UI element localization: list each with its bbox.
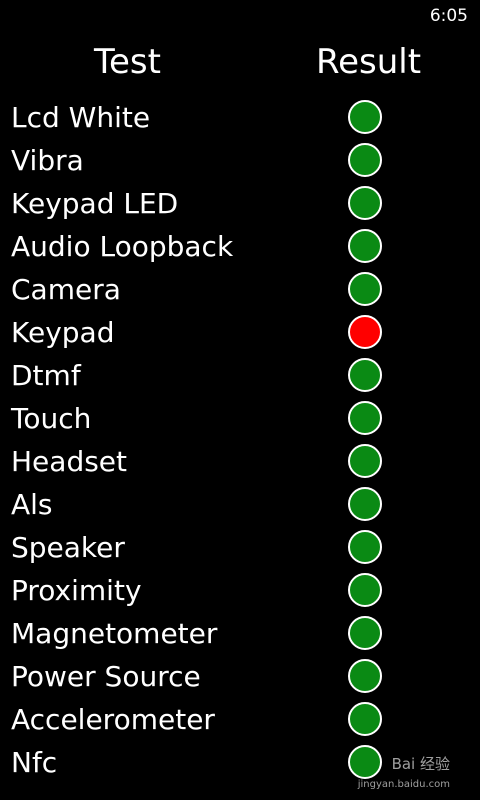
result-indicator-icon [348,573,382,607]
test-name: Dtmf [11,359,81,392]
test-name: Als [11,488,53,521]
results-header: Test Result [0,40,480,84]
result-indicator-icon [348,315,382,349]
result-indicator-icon [348,401,382,435]
test-name: Audio Loopback [11,230,234,263]
result-indicator-icon [348,358,382,392]
test-row: Dtmf [0,354,480,397]
test-row: Lcd White [0,96,480,139]
test-row: Keypad LED [0,182,480,225]
test-row: Proximity [0,569,480,612]
result-indicator-icon [348,745,382,779]
test-column-header: Test [94,42,161,82]
watermark-url: jingyan.baidu.com [357,779,450,790]
test-row: Speaker [0,526,480,569]
test-row: Camera [0,268,480,311]
test-row: Touch [0,397,480,440]
test-row: Power Source [0,655,480,698]
result-indicator-icon [348,229,382,263]
test-row: Magnetometer [0,612,480,655]
test-name: Speaker [11,531,125,564]
test-row: Audio Loopback [0,225,480,268]
result-indicator-icon [348,444,382,478]
test-row: Keypad [0,311,480,354]
result-indicator-icon [348,143,382,177]
result-indicator-icon [348,530,382,564]
test-row: Headset [0,440,480,483]
test-row: Vibra [0,139,480,182]
test-name: Vibra [11,144,84,177]
test-name: Keypad [11,316,115,349]
test-results-list: Lcd White Vibra Keypad LED Audio Loopbac… [0,96,480,784]
result-indicator-icon [348,702,382,736]
result-indicator-icon [348,487,382,521]
result-indicator-icon [348,186,382,220]
test-name: Nfc [11,746,58,779]
test-name: Proximity [11,574,142,607]
watermark-logo: Bai 经验 [391,755,450,773]
test-name: Accelerometer [11,703,215,736]
test-name: Keypad LED [11,187,179,220]
result-column-header: Result [316,42,422,82]
result-indicator-icon [348,272,382,306]
test-name: Camera [11,273,121,306]
test-name: Touch [11,402,92,435]
test-name: Magnetometer [11,617,218,650]
result-indicator-icon [348,659,382,693]
clock: 6:05 [429,6,468,26]
status-bar: 6:05 [0,0,480,32]
test-row: Als [0,483,480,526]
test-name: Headset [11,445,128,478]
test-name: Power Source [11,660,201,693]
test-name: Lcd White [11,101,151,134]
result-indicator-icon [348,616,382,650]
result-indicator-icon [348,100,382,134]
test-row: Accelerometer [0,698,480,741]
